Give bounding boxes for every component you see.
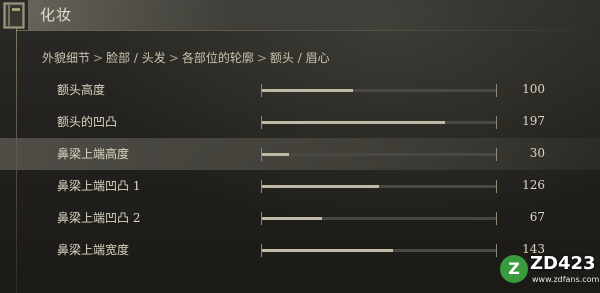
breadcrumb-item[interactable]: 脸部 / 头发 xyxy=(106,51,166,65)
breadcrumb-item[interactable]: 外貌细节 xyxy=(42,51,90,65)
slider-min-tick xyxy=(261,180,262,193)
breadcrumb-item[interactable]: 额头 / 眉心 xyxy=(270,51,330,65)
slider-min-tick xyxy=(261,212,262,225)
slider-value: 100 xyxy=(522,82,545,96)
slider-fill xyxy=(261,185,379,188)
slider-min-tick xyxy=(261,244,262,257)
slider-row[interactable]: 鼻梁上端高度 30 xyxy=(0,138,600,170)
slider-label: 鼻梁上端凹凸 2 xyxy=(57,211,141,225)
slider-value: 126 xyxy=(522,178,545,192)
page-title: 化妆 xyxy=(40,6,73,24)
slider-label: 额头高度 xyxy=(57,83,106,97)
slider-min-tick xyxy=(261,148,262,161)
slider-value: 67 xyxy=(529,210,545,224)
slider-fill xyxy=(261,153,290,156)
makeup-panel: 化妆 外貌细节 > 脸部 / 头发 > 各部位的轮廓 > 额头 / 眉心 额头高度 100 … xyxy=(0,0,600,293)
slider-track[interactable] xyxy=(261,244,497,257)
slider-list: 额头高度 100 额头的凹凸 197 鼻梁上端高度 30 鼻梁上端凹凸 1 12… xyxy=(0,74,600,266)
title-bar xyxy=(28,0,600,30)
slider-track[interactable] xyxy=(261,180,497,193)
watermark-logo-icon: Z xyxy=(500,255,528,283)
slider-row[interactable]: 额头的凹凸 197 xyxy=(0,106,600,138)
slider-label: 鼻梁上端高度 xyxy=(57,147,130,161)
breadcrumb-separator: > xyxy=(168,51,179,65)
watermark: Z ZD423 www.zdfans.com xyxy=(500,251,600,289)
slider-max-tick xyxy=(496,116,497,129)
breadcrumb-separator: > xyxy=(256,51,267,65)
slider-label: 额头的凹凸 xyxy=(57,115,118,129)
slider-fill xyxy=(261,217,323,220)
slider-fill xyxy=(261,249,394,252)
watermark-url: www.zdfans.com xyxy=(532,275,600,284)
watermark-text: ZD423 xyxy=(530,253,596,274)
slider-value: 197 xyxy=(522,114,545,128)
slider-fill xyxy=(261,121,446,124)
slider-max-tick xyxy=(496,244,497,257)
slider-fill xyxy=(261,89,354,92)
slider-row[interactable]: 鼻梁上端凹凸 2 67 xyxy=(0,202,600,234)
slider-track[interactable] xyxy=(261,212,497,225)
slider-track[interactable] xyxy=(261,84,497,97)
breadcrumb: 外貌细节 > 脸部 / 头发 > 各部位的轮廓 > 额头 / 眉心 xyxy=(42,49,330,66)
slider-max-tick xyxy=(496,84,497,97)
slider-track[interactable] xyxy=(261,116,497,129)
slider-max-tick xyxy=(496,180,497,193)
breadcrumb-item[interactable]: 各部位的轮廓 xyxy=(182,51,254,65)
slider-label: 鼻梁上端宽度 xyxy=(57,243,130,257)
slider-row[interactable]: 额头高度 100 xyxy=(0,74,600,106)
slider-value: 30 xyxy=(529,146,545,160)
slider-min-tick xyxy=(261,116,262,129)
slider-max-tick xyxy=(496,148,497,161)
slider-track[interactable] xyxy=(261,148,497,161)
book-icon xyxy=(3,2,25,29)
slider-row[interactable]: 鼻梁上端凹凸 1 126 xyxy=(0,170,600,202)
panel-divider xyxy=(16,30,576,31)
slider-label: 鼻梁上端凹凸 1 xyxy=(57,179,141,193)
breadcrumb-separator: > xyxy=(93,51,104,65)
slider-max-tick xyxy=(496,212,497,225)
slider-min-tick xyxy=(261,84,262,97)
